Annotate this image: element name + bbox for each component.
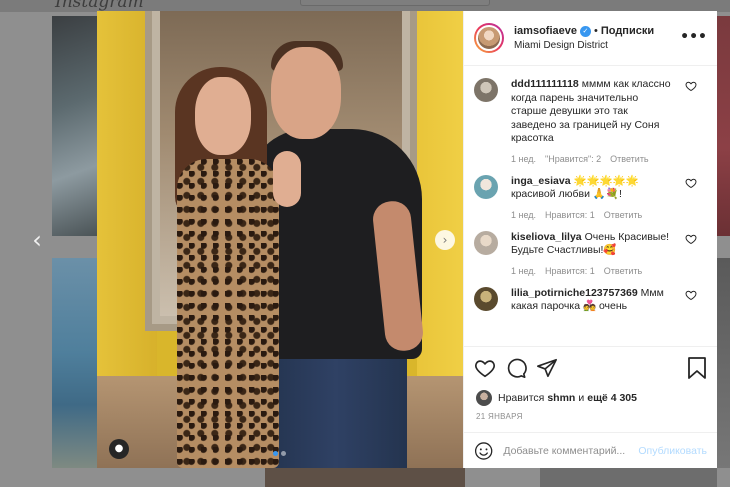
carousel-indicator xyxy=(273,451,286,456)
like-comment-heart-icon[interactable] xyxy=(685,233,697,245)
post-header: iamsofiaeve ✓ • Подписки Miami Design Di… xyxy=(464,11,717,66)
comment-likes-count[interactable]: Нравится: 1 xyxy=(545,266,595,276)
save-bookmark-icon[interactable] xyxy=(687,357,707,379)
tagged-users-user-icon[interactable]: ● xyxy=(109,439,129,459)
likes-summary: Нравится shmn и ещё 4 305 xyxy=(464,388,717,408)
liker-username[interactable]: shmn xyxy=(547,392,575,404)
comment-meta: 1 нед. Нравится: 1 Ответить xyxy=(511,266,671,276)
reply-button[interactable]: Ответить xyxy=(604,210,642,220)
comment-time: 1 нед. xyxy=(511,265,537,276)
commenter-username[interactable]: ddd111111118 xyxy=(511,78,579,90)
verified-badge-icon: ✓ xyxy=(579,25,591,37)
post-date[interactable]: 21 января xyxy=(464,408,717,426)
following-button[interactable]: Подписки xyxy=(601,25,654,37)
commenter-username[interactable]: kiseliova_lilya xyxy=(511,231,582,243)
background-post-tile xyxy=(717,16,730,236)
photo-woman-leopard-dress xyxy=(177,159,279,468)
commenter-avatar[interactable] xyxy=(474,286,498,311)
comment-time: 1 нед. xyxy=(511,153,537,164)
background-post-tile xyxy=(265,468,465,487)
like-heart-icon[interactable] xyxy=(474,357,496,379)
like-comment-heart-icon[interactable] xyxy=(685,80,697,92)
comment-time: 1 нед. xyxy=(511,209,537,220)
background-post-tile xyxy=(52,16,98,236)
publish-button[interactable]: Опубликовать xyxy=(638,445,707,457)
emoji-smiley-icon[interactable] xyxy=(474,441,493,461)
author-avatar[interactable] xyxy=(474,23,504,53)
reply-button[interactable]: Ответить xyxy=(604,266,642,276)
photo-man-jeans xyxy=(265,349,407,468)
add-comment-bar: Опубликовать xyxy=(464,432,717,468)
next-slide-chevron-right-icon[interactable]: › xyxy=(435,230,455,250)
previous-post-chevron-left-icon[interactable]: ‹ xyxy=(26,228,48,252)
comment-item: inga_esiava 🌟🌟🌟🌟🌟 красивой любви 🙏💐! 1 не… xyxy=(474,174,707,220)
post-photo[interactable]: ● › xyxy=(97,11,463,468)
comment-item: ddd111111118 мммм как классно когда парен… xyxy=(474,78,707,164)
photo-woman-hand xyxy=(273,151,301,207)
comment-input[interactable] xyxy=(503,444,639,457)
comment-icon[interactable] xyxy=(505,357,527,379)
reply-button[interactable]: Ответить xyxy=(610,154,648,164)
more-options-icon[interactable]: ••• xyxy=(680,29,707,45)
background-search-box xyxy=(300,0,490,6)
post-modal: ● › iamsofiaeve ✓ • Подписки Miami Desig… xyxy=(97,11,717,468)
dot-separator: • xyxy=(593,25,598,37)
liker-avatar[interactable] xyxy=(476,390,492,406)
commenter-avatar[interactable] xyxy=(474,78,498,102)
commenter-avatar[interactable] xyxy=(474,230,498,255)
background-post-tile xyxy=(52,258,98,468)
photo-man-head xyxy=(271,47,341,139)
commenter-avatar[interactable] xyxy=(474,174,498,199)
likes-count-link[interactable]: ещё 4 305 xyxy=(587,392,637,404)
background-post-tile xyxy=(717,258,730,468)
likes-prefix: Нравится xyxy=(498,392,545,404)
comment-meta: 1 нед. "Нравится": 2 Ответить xyxy=(511,154,671,164)
share-send-icon[interactable] xyxy=(536,357,558,379)
background-post-tile xyxy=(540,468,717,487)
commenter-username[interactable]: lilia_potirniche123757369 xyxy=(511,287,638,299)
comment-meta: 1 нед. Нравится: 1 Ответить xyxy=(511,210,671,220)
post-actions-bar xyxy=(464,346,717,388)
post-side-panel: iamsofiaeve ✓ • Подписки Miami Design Di… xyxy=(463,11,717,468)
commenter-username[interactable]: inga_esiava xyxy=(511,175,571,187)
carousel-dot xyxy=(273,451,278,456)
photo-woman-head xyxy=(195,77,251,155)
post-location[interactable]: Miami Design District xyxy=(514,40,654,51)
comments-list[interactable]: ddd111111118 мммм как классно когда парен… xyxy=(464,66,717,346)
carousel-dot xyxy=(281,451,286,456)
author-info: iamsofiaeve ✓ • Подписки Miami Design Di… xyxy=(514,25,654,51)
comment-likes-count[interactable]: "Нравится": 2 xyxy=(545,154,601,164)
comment-item: kiseliova_lilya Очень Красивые! Будьте Сч… xyxy=(474,230,707,276)
comment-likes-count[interactable]: Нравится: 1 xyxy=(545,210,595,220)
like-comment-heart-icon[interactable] xyxy=(685,289,697,301)
comment-item: lilia_potirniche123757369 Ммм какая пароч… xyxy=(474,286,707,314)
author-username[interactable]: iamsofiaeve xyxy=(514,25,577,37)
like-comment-heart-icon[interactable] xyxy=(685,177,697,189)
likes-conjunction: и xyxy=(578,392,585,404)
